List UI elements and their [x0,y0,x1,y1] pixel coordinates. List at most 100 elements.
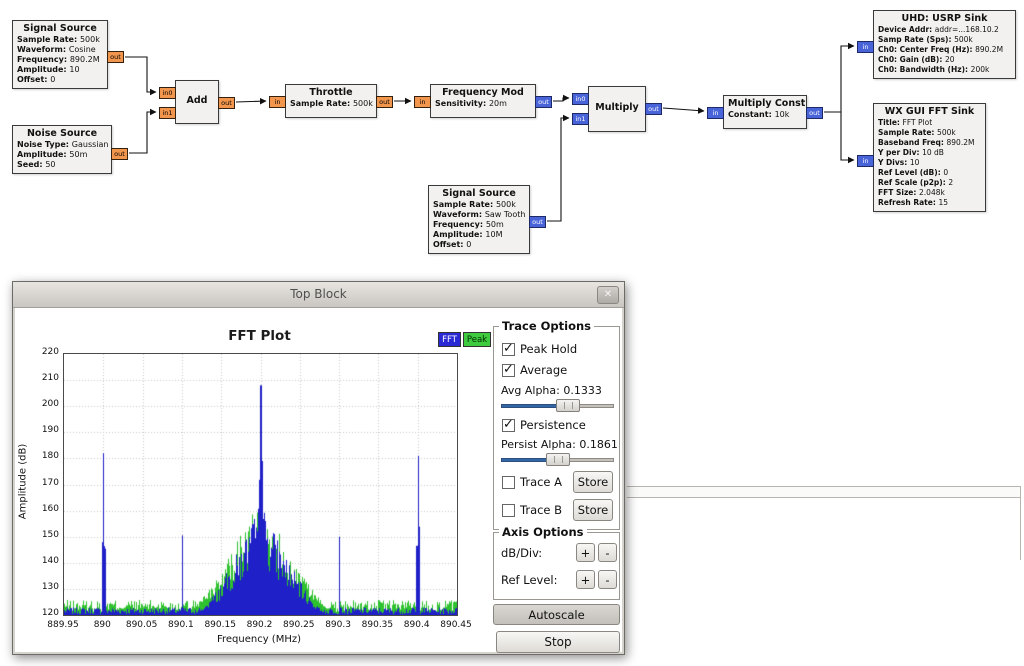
block-signal-source-1[interactable]: Signal SourceSample Rate: 500kWaveform: … [12,20,108,89]
trace-b-store-button[interactable]: Store [573,499,613,521]
peak-hold-label: Peak Hold [520,342,577,356]
connection[interactable] [824,46,854,112]
block-title: Signal Source [17,23,103,34]
block-wx-gui-fft-sink[interactable]: WX GUI FFT SinkTitle: FFT PlotSample Rat… [873,103,986,212]
average-label: Average [520,363,567,377]
block-title: UHD: USRP Sink [878,13,1011,24]
block-param: Ref Level (dB): 0 [878,168,981,178]
trace-b-checkbox[interactable] [502,504,515,517]
block-frequency-mod[interactable]: Frequency ModSensitivity: 20minout [430,84,536,118]
block-param: Device Addr: addr=...168.10.2 [878,25,1011,35]
block-title: Signal Source [433,188,525,199]
port-out[interactable]: out [218,97,235,109]
port-in[interactable]: in [857,41,874,53]
fft-plot[interactable] [63,353,458,616]
plot-title: FFT Plot [63,328,456,344]
block-param: Constant: 10k [728,110,802,120]
db-div-label: dB/Div: [501,546,542,560]
port-out[interactable]: out [107,51,124,63]
connection[interactable] [663,108,704,111]
block-param: Amplitude: 10 [17,65,103,75]
legend-peak-chip: Peak [463,332,491,347]
autoscale-button[interactable]: Autoscale [493,604,620,625]
connection[interactable] [125,57,156,92]
port-out[interactable]: out [806,107,823,119]
block-title: Noise Source [17,128,107,139]
block-multiply[interactable]: Multiplyin0in1out [588,86,646,132]
y-tick-label: 220 [27,347,59,357]
avg-alpha-slider[interactable] [501,399,614,413]
stop-button[interactable]: Stop [496,631,620,653]
block-noise-source[interactable]: Noise SourceNoise Type: GaussianAmplitud… [12,125,112,174]
x-axis-label: Frequency (MHz) [159,634,359,645]
db-div-plus-button[interactable]: + [576,543,595,562]
port-in0[interactable]: in0 [159,87,176,99]
port-in1[interactable]: in1 [159,107,176,119]
block-param: Samp Rate (Sps): 500k [878,35,1011,45]
port-in0[interactable]: in0 [572,93,589,105]
connection[interactable] [129,112,156,153]
slider-handle[interactable] [546,453,570,466]
port-out[interactable]: out [111,148,128,160]
background-window-edge [1020,486,1021,560]
connection[interactable] [841,112,854,160]
trace-options-group: Trace Options Peak Hold Average Avg Alph… [493,326,620,530]
top-block-window: Top Block ✕ FFT Plot FFT Peak Amplitude … [12,281,625,655]
average-checkbox[interactable] [502,364,515,377]
block-signal-source-2[interactable]: Signal SourceSample Rate: 500kWaveform: … [428,185,530,254]
y-tick-label: 190 [27,425,59,435]
block-param: Offset: 0 [433,240,525,250]
persistence-label: Persistence [520,418,586,432]
port-in[interactable]: in [414,96,431,108]
slider-handle[interactable] [556,399,580,412]
block-param: Baseband Freq: 890.2M [878,138,981,148]
port-in[interactable]: in [269,96,286,108]
block-param: Sample Rate: 500k [17,35,103,45]
block-title: Multiply Const [728,98,802,109]
block-uhd-usrp-sink[interactable]: UHD: USRP SinkDevice Addr: addr=...168.1… [873,10,1016,79]
port-out[interactable]: out [535,96,552,108]
y-tick-label: 180 [27,451,59,461]
persist-alpha-slider[interactable] [501,453,614,467]
block-param: Ch0: Center Freq (Hz): 890.2M [878,45,1011,55]
block-add[interactable]: Addin0in1out [175,80,219,124]
db-div-minus-button[interactable]: - [598,543,617,562]
block-param: Sample Rate: 500k [290,99,372,109]
block-param: Frequency: 890.2M [17,55,103,65]
block-title: Frequency Mod [435,87,531,98]
window-close-button[interactable]: ✕ [597,286,619,304]
peak-hold-checkbox[interactable] [502,343,515,356]
persistence-checkbox[interactable] [502,419,515,432]
axis-options-group: Axis Options dB/Div: + - Ref Level: + - [493,532,620,600]
trace-a-store-button[interactable]: Store [573,471,613,493]
port-in[interactable]: in [707,107,724,119]
window-titlebar[interactable]: Top Block ✕ [13,282,624,308]
block-param: Sample Rate: 500k [433,200,525,210]
port-out[interactable]: out [529,216,546,228]
block-param: Refresh Rate: 15 [878,198,981,208]
x-tick-label: 890.45 [430,620,482,630]
block-title: WX GUI FFT Sink [878,106,981,117]
block-param: Waveform: Cosine [17,45,103,55]
port-out[interactable]: out [645,103,662,115]
ref-level-minus-button[interactable]: - [598,570,617,589]
port-out[interactable]: out [376,96,393,108]
block-title: Multiply [593,89,641,113]
y-tick-label: 150 [27,530,59,540]
block-throttle[interactable]: ThrottleSample Rate: 500kinout [285,84,377,118]
connection[interactable] [547,118,569,221]
block-param: Y per Div: 10 dB [878,148,981,158]
block-multiply-const[interactable]: Multiply ConstConstant: 10kinout [723,95,807,129]
connection[interactable] [553,98,569,101]
ref-level-plus-button[interactable]: + [576,570,595,589]
port-in1[interactable]: in1 [572,113,589,125]
trace-a-label: Trace A [520,475,562,489]
axis-options-title: Axis Options [499,525,587,539]
avg-alpha-value: Avg Alpha: 0.1333 [501,384,602,397]
y-tick-label: 210 [27,373,59,383]
port-in[interactable]: in [857,155,874,167]
y-tick-label: 120 [27,608,59,618]
trace-a-checkbox[interactable] [502,476,515,489]
connection[interactable] [236,101,266,102]
block-param: Waveform: Saw Tooth [433,210,525,220]
